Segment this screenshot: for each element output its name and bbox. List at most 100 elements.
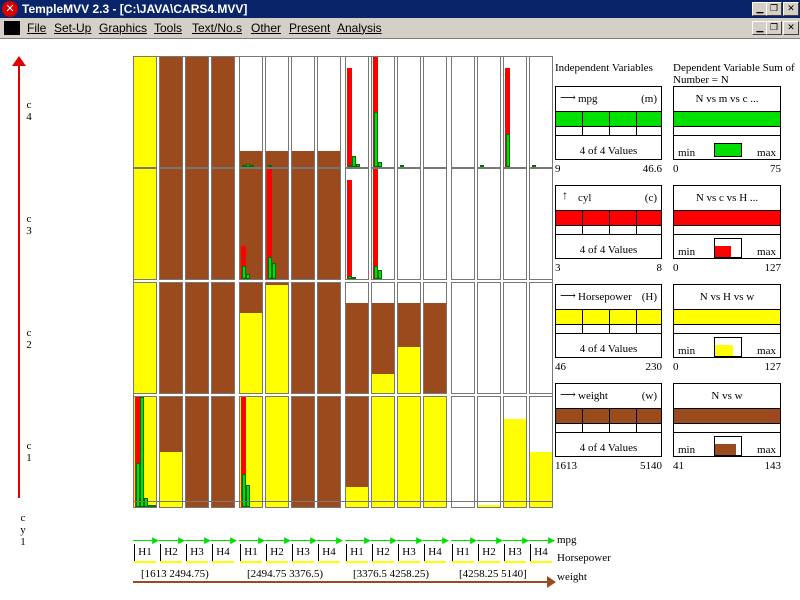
- matrix-cell[interactable]: [291, 396, 315, 508]
- matrix-cell[interactable]: [397, 56, 421, 168]
- close-icon[interactable]: ✕: [783, 2, 799, 16]
- matrix-cell[interactable]: [451, 282, 475, 394]
- matrix-cell[interactable]: [529, 282, 553, 394]
- matrix-cell[interactable]: [133, 282, 157, 394]
- dep-box-weight[interactable]: N vs w min max: [673, 383, 781, 457]
- matrix-cell[interactable]: [345, 168, 369, 280]
- matrix-cell[interactable]: [133, 168, 157, 280]
- matrix-cell[interactable]: [371, 168, 395, 280]
- menu-setup[interactable]: Set-Up: [54, 21, 91, 35]
- matrix-cell[interactable]: [371, 282, 395, 394]
- matrix-cell[interactable]: [133, 56, 157, 168]
- matrix-cell[interactable]: [371, 396, 395, 508]
- matrix-cell[interactable]: [239, 396, 263, 508]
- var-name: cyl: [578, 192, 592, 204]
- matrix-cell[interactable]: [159, 168, 183, 280]
- matrix-cell[interactable]: [477, 56, 501, 168]
- matrix-cell[interactable]: [133, 396, 157, 508]
- var-max: 230: [645, 361, 663, 373]
- matrix-cell[interactable]: [345, 56, 369, 168]
- matrix-cell[interactable]: [265, 168, 289, 280]
- var-box-cyl[interactable]: ↑ cyl (c) 4 of 4 Values: [555, 185, 662, 259]
- matrix-cell[interactable]: [265, 56, 289, 168]
- matrix-cell[interactable]: [503, 168, 527, 280]
- var-box-mpg[interactable]: ⟶ mpg (m) 4 of 4 Values: [555, 86, 662, 160]
- matrix-cell[interactable]: [291, 168, 315, 280]
- matrix-cell[interactable]: [529, 168, 553, 280]
- dep-slider[interactable]: [714, 238, 742, 258]
- matrix-cell[interactable]: [159, 56, 183, 168]
- matrix-cell[interactable]: [397, 282, 421, 394]
- matrix-cell[interactable]: [503, 56, 527, 168]
- matrix-cell[interactable]: [265, 396, 289, 508]
- matrix-cell[interactable]: [503, 396, 527, 508]
- dep-box-cyl[interactable]: N vs c vs H ... min max: [673, 185, 781, 259]
- matrix-cell[interactable]: [317, 168, 341, 280]
- matrix-cell[interactable]: [345, 282, 369, 394]
- matrix-cell[interactable]: [185, 282, 209, 394]
- dep-box-horsepower[interactable]: N vs H vs w min max: [673, 284, 781, 358]
- matrix-cell[interactable]: [317, 56, 341, 168]
- var-box-weight[interactable]: ⟶ weight (w) 4 of 4 Values: [555, 383, 662, 457]
- matrix-cell[interactable]: [529, 56, 553, 168]
- matrix-cell[interactable]: [211, 396, 235, 508]
- var-box-horsepower[interactable]: ⟶ Horsepower (H) 4 of 4 Values: [555, 284, 662, 358]
- matrix-cell[interactable]: [211, 168, 235, 280]
- menu-other[interactable]: Other: [251, 21, 281, 35]
- matrix-cell[interactable]: [397, 168, 421, 280]
- app-icon[interactable]: ✕: [2, 1, 18, 17]
- matrix-cell[interactable]: [451, 396, 475, 508]
- matrix-cell[interactable]: [423, 282, 447, 394]
- menu-present[interactable]: Present: [289, 21, 330, 35]
- var-strip[interactable]: [556, 111, 661, 127]
- dep-slider[interactable]: [714, 436, 742, 456]
- dep-min-label: min: [678, 345, 696, 357]
- matrix-cell[interactable]: [529, 396, 553, 508]
- dep-slider[interactable]: [714, 143, 742, 157]
- menu-analysis[interactable]: Analysis: [337, 21, 382, 35]
- menu-text-nos[interactable]: Text/No.s: [192, 21, 242, 35]
- mvv-matrix[interactable]: [133, 56, 553, 508]
- matrix-cell[interactable]: [477, 282, 501, 394]
- var-strip[interactable]: [556, 408, 661, 424]
- document-icon[interactable]: [4, 21, 20, 35]
- matrix-cell[interactable]: [159, 396, 183, 508]
- matrix-cell[interactable]: [185, 168, 209, 280]
- menu-tools[interactable]: Tools: [154, 21, 182, 35]
- matrix-cell[interactable]: [423, 168, 447, 280]
- matrix-cell[interactable]: [451, 168, 475, 280]
- matrix-cell[interactable]: [477, 168, 501, 280]
- doc-restore-icon[interactable]: ❐: [766, 21, 782, 35]
- dep-slider[interactable]: [714, 337, 742, 357]
- matrix-cell[interactable]: [397, 396, 421, 508]
- matrix-cell[interactable]: [477, 396, 501, 508]
- matrix-cell[interactable]: [423, 56, 447, 168]
- matrix-cell[interactable]: [211, 56, 235, 168]
- doc-close-icon[interactable]: ✕: [783, 21, 799, 35]
- matrix-cell[interactable]: [317, 282, 341, 394]
- menu-graphics[interactable]: Graphics: [99, 21, 147, 35]
- matrix-cell[interactable]: [423, 396, 447, 508]
- matrix-cell[interactable]: [317, 396, 341, 508]
- matrix-cell[interactable]: [185, 56, 209, 168]
- matrix-cell[interactable]: [265, 282, 289, 394]
- matrix-cell[interactable]: [371, 56, 395, 168]
- var-strip[interactable]: [556, 210, 661, 226]
- matrix-cell[interactable]: [239, 168, 263, 280]
- matrix-cell[interactable]: [159, 282, 183, 394]
- matrix-cell[interactable]: [291, 56, 315, 168]
- matrix-cell[interactable]: [451, 56, 475, 168]
- maximize-icon[interactable]: ❐: [766, 2, 782, 16]
- bottom-axes: ▶ H1 ▶ H2 ▶ H3 ▶ H4 [1613 2494.75) ▶ H1 ▶ H2 ▶ H3 ▶ H4 [2…: [133, 530, 556, 590]
- matrix-cell[interactable]: [239, 282, 263, 394]
- matrix-cell[interactable]: [345, 396, 369, 508]
- matrix-cell[interactable]: [291, 282, 315, 394]
- var-strip[interactable]: [556, 309, 661, 325]
- matrix-cell[interactable]: [185, 396, 209, 508]
- dep-box-mpg[interactable]: N vs m vs c ... min max: [673, 86, 781, 160]
- var-max: 46.6: [642, 163, 662, 175]
- matrix-cell[interactable]: [239, 56, 263, 168]
- matrix-cell[interactable]: [211, 282, 235, 394]
- matrix-cell[interactable]: [503, 282, 527, 394]
- menu-file[interactable]: File: [27, 21, 46, 35]
